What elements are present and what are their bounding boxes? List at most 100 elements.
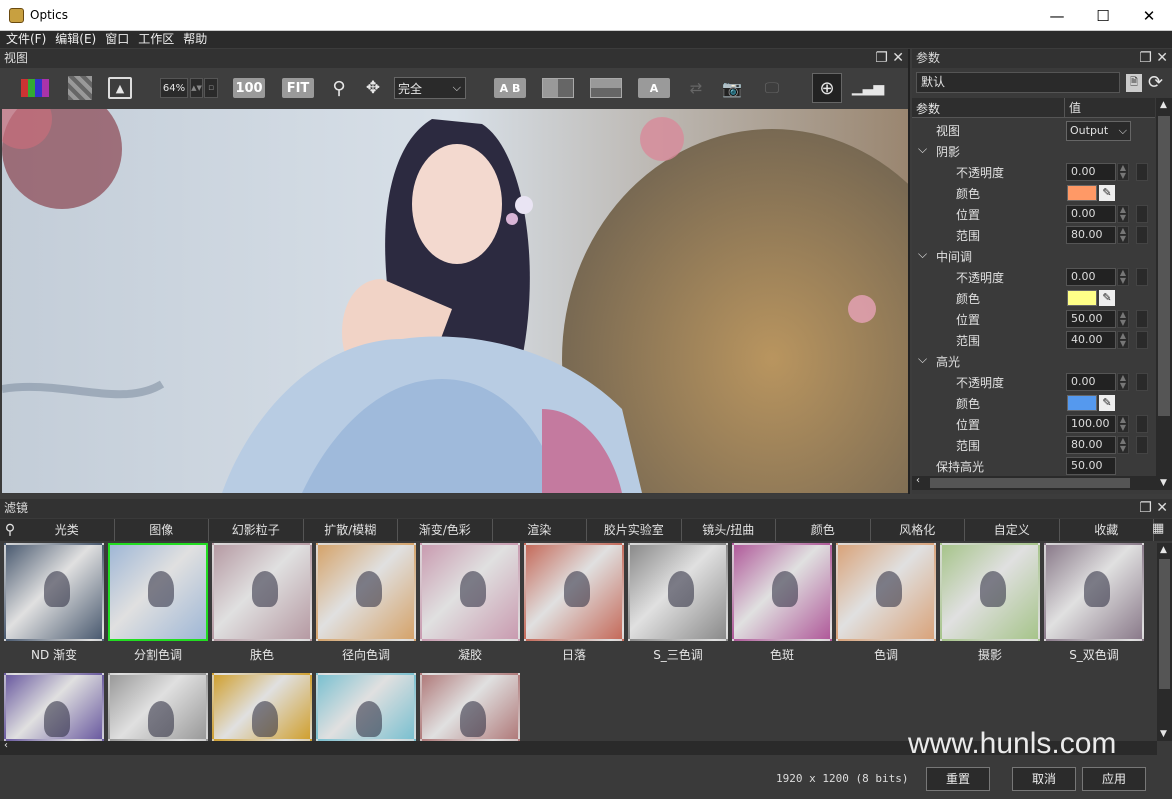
- cancel-button[interactable]: 取消: [1012, 767, 1076, 791]
- param-stepper[interactable]: ▲ ▼: [1117, 268, 1129, 286]
- param-group[interactable]: ⌵ 阴影: [912, 140, 1155, 161]
- menu-workspace[interactable]: 工作区: [138, 31, 174, 48]
- filter-thumbnail[interactable]: [732, 543, 832, 641]
- color-swatch[interactable]: [1067, 290, 1097, 306]
- minimize-icon[interactable]: —: [1034, 0, 1080, 31]
- search-icon[interactable]: ⚲: [0, 519, 20, 541]
- monitor-icon[interactable]: 🖵: [760, 78, 784, 98]
- param-reset-icon[interactable]: [1136, 436, 1148, 454]
- chevron-down-icon[interactable]: ⌵: [918, 247, 927, 262]
- filter-thumbnail[interactable]: [108, 543, 208, 641]
- move-icon[interactable]: ✥: [362, 78, 384, 98]
- view-mode-select[interactable]: 完全 ⌵: [394, 77, 466, 99]
- zoom-fit-button[interactable]: FIT: [282, 78, 314, 98]
- param-reset-icon[interactable]: [1136, 268, 1148, 286]
- param-stepper[interactable]: ▲ ▼: [1117, 310, 1129, 328]
- param-group[interactable]: ⌵ 中间调: [912, 245, 1155, 266]
- filter-thumbnail[interactable]: [108, 673, 208, 741]
- camera-icon[interactable]: 📷: [719, 78, 745, 98]
- refresh-icon[interactable]: ⟳: [1148, 72, 1163, 93]
- filter-tab[interactable]: 自定义: [965, 519, 1060, 541]
- param-value-field[interactable]: 0.00: [1066, 373, 1116, 391]
- eyedropper-icon[interactable]: ✎: [1099, 395, 1115, 411]
- maximize-icon[interactable]: ☐: [1080, 0, 1126, 31]
- zoom-field[interactable]: 64%: [160, 78, 188, 98]
- param-reset-icon[interactable]: [1136, 373, 1148, 391]
- param-value-field[interactable]: 40.00: [1066, 331, 1116, 349]
- ab-compare-button[interactable]: A B: [494, 78, 526, 98]
- filter-thumbnail[interactable]: [212, 543, 312, 641]
- filter-tab[interactable]: 幻影粒子: [209, 519, 304, 541]
- filter-thumbnail[interactable]: [316, 543, 416, 641]
- image-icon[interactable]: ▲: [108, 77, 132, 99]
- filter-thumbnail[interactable]: [420, 673, 520, 741]
- menu-window[interactable]: 窗口: [105, 31, 129, 48]
- filter-tab[interactable]: 渐变/色彩: [398, 519, 493, 541]
- filter-thumbnail[interactable]: [316, 673, 416, 741]
- filter-tab[interactable]: 风格化: [871, 519, 965, 541]
- menu-edit[interactable]: 编辑(E): [55, 31, 96, 48]
- reset-button[interactable]: 重置: [926, 767, 990, 791]
- zoom-100-button[interactable]: 100: [233, 78, 265, 98]
- filter-thumbnail[interactable]: [524, 543, 624, 641]
- menu-help[interactable]: 帮助: [183, 31, 207, 48]
- color-swatch[interactable]: [1067, 185, 1097, 201]
- histogram-icon[interactable]: ▁▃▅: [852, 78, 884, 98]
- params-hscrollbar[interactable]: ‹: [912, 475, 1156, 490]
- param-stepper[interactable]: ▲ ▼: [1117, 163, 1129, 181]
- param-reset-icon[interactable]: [1136, 163, 1148, 181]
- params-scrollbar[interactable]: ▲ ▼: [1156, 98, 1172, 490]
- filter-tab[interactable]: 收藏: [1060, 519, 1154, 541]
- panel-close-icon[interactable]: ❐ ✕: [875, 49, 904, 68]
- menu-file[interactable]: 文件(F): [6, 31, 46, 48]
- param-reset-icon[interactable]: [1136, 331, 1148, 349]
- param-reset-icon[interactable]: [1136, 205, 1148, 223]
- target-icon[interactable]: ⊕: [812, 73, 842, 103]
- filter-tab[interactable]: 镜头/扭曲: [682, 519, 776, 541]
- split-vertical-icon[interactable]: [542, 78, 574, 98]
- checkerboard-icon[interactable]: [68, 76, 92, 100]
- filter-thumbnail[interactable]: [940, 543, 1040, 641]
- filter-thumbnail[interactable]: [4, 543, 104, 641]
- close-icon[interactable]: ✕: [1126, 0, 1172, 31]
- save-preset-icon[interactable]: 🗎: [1126, 74, 1142, 92]
- overlay-a-button[interactable]: A: [638, 78, 670, 98]
- param-value-field[interactable]: 50.00: [1066, 310, 1116, 328]
- view-output-select[interactable]: Output ⌵: [1066, 121, 1131, 141]
- filter-thumbnail[interactable]: [1044, 543, 1144, 641]
- filter-thumbnail[interactable]: [212, 673, 312, 741]
- filters-close-icon[interactable]: ❐ ✕: [1139, 499, 1168, 518]
- param-reset-icon[interactable]: [1136, 415, 1148, 433]
- filter-tab[interactable]: 光类: [20, 519, 115, 541]
- eyedropper-icon[interactable]: ✎: [1099, 290, 1115, 306]
- filter-tab[interactable]: 渲染: [493, 519, 587, 541]
- param-stepper[interactable]: ▲ ▼: [1117, 226, 1129, 244]
- thumbs-scrollbar[interactable]: ▲ ▼: [1157, 543, 1172, 741]
- param-value-field[interactable]: 100.00: [1066, 415, 1116, 433]
- filter-tab[interactable]: 胶片实验室: [587, 519, 682, 541]
- param-reset-icon[interactable]: [1136, 310, 1148, 328]
- filter-tab[interactable]: 图像: [115, 519, 209, 541]
- eyedropper-icon[interactable]: ✎: [1099, 185, 1115, 201]
- preview-image[interactable]: [2, 109, 908, 493]
- param-reset-icon[interactable]: [1136, 226, 1148, 244]
- rgb-channels-icon[interactable]: [20, 78, 50, 98]
- filter-thumbnail[interactable]: [836, 543, 936, 641]
- param-stepper[interactable]: ▲ ▼: [1117, 205, 1129, 223]
- filter-thumbnail[interactable]: [420, 543, 520, 641]
- chevron-down-icon[interactable]: ⌵: [918, 352, 927, 367]
- chevron-down-icon[interactable]: ⌵: [918, 142, 927, 157]
- keep-highlight-field[interactable]: 50.00: [1066, 457, 1116, 475]
- filter-thumbnail[interactable]: [628, 543, 728, 641]
- sync-icon[interactable]: ⇄: [686, 78, 706, 98]
- filter-tab[interactable]: 颜色: [776, 519, 871, 541]
- param-group[interactable]: ⌵ 高光: [912, 350, 1155, 371]
- param-stepper[interactable]: ▲ ▼: [1117, 436, 1129, 454]
- preset-select[interactable]: 默认: [916, 72, 1120, 93]
- param-value-field[interactable]: 0.00: [1066, 268, 1116, 286]
- filter-thumbnail[interactable]: [4, 673, 104, 741]
- param-stepper[interactable]: ▲ ▼: [1117, 373, 1129, 391]
- param-stepper[interactable]: ▲ ▼: [1117, 415, 1129, 433]
- param-value-field[interactable]: 80.00: [1066, 226, 1116, 244]
- filter-tab[interactable]: 扩散/模糊: [304, 519, 398, 541]
